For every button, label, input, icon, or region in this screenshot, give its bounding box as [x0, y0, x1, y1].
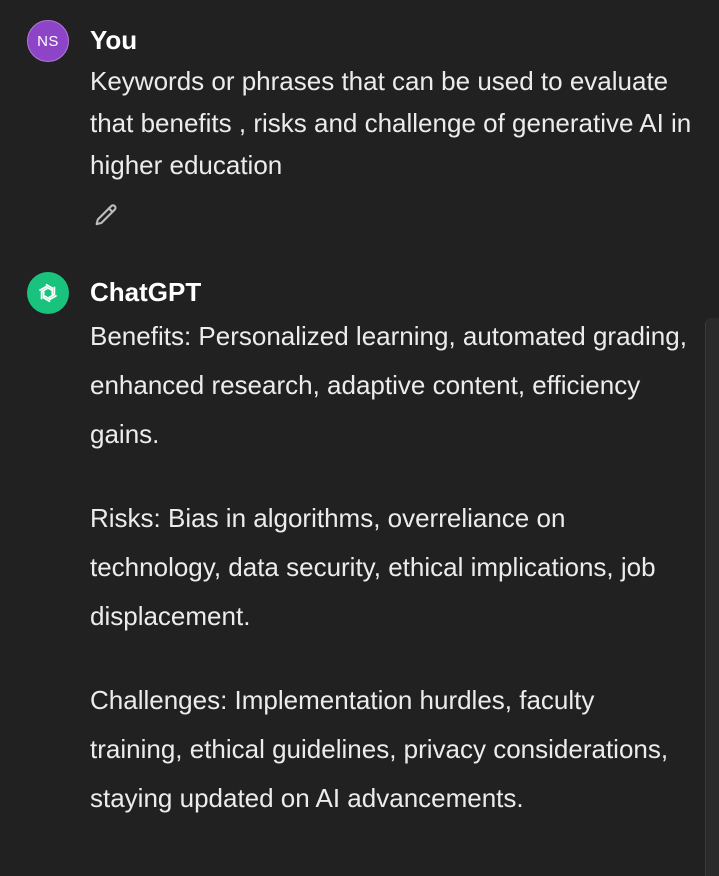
assistant-author-name: ChatGPT	[90, 277, 202, 307]
user-message-text: Keywords or phrases that can be used to …	[90, 66, 692, 180]
pencil-icon[interactable]	[92, 202, 120, 230]
benefits-paragraph: Benefits: Personalized learning, automat…	[90, 321, 687, 449]
user-author-name: You	[90, 25, 138, 55]
scrollbar[interactable]	[705, 318, 719, 876]
user-avatar: NS	[27, 20, 69, 62]
challenges-paragraph: Challenges: Implementation hurdles, facu…	[90, 685, 669, 813]
user-avatar-initials: NS	[37, 32, 59, 50]
openai-logo-icon	[27, 272, 69, 314]
risks-paragraph: Risks: Bias in algorithms, overreliance …	[90, 503, 656, 631]
